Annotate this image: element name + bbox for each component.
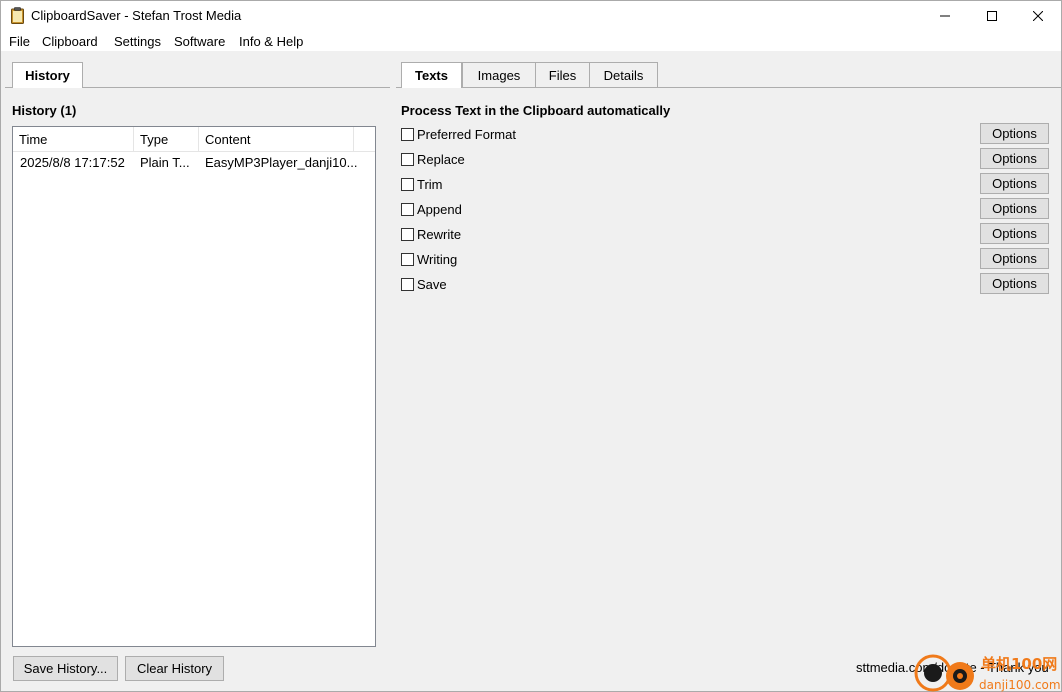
app-window: ClipboardSaver - Stefan Trost Media File… (0, 0, 1062, 692)
clipboard-icon (11, 7, 24, 24)
watermark-url: danji100.com (979, 678, 1061, 692)
replace-label[interactable]: Replace (417, 152, 465, 167)
append-label[interactable]: Append (417, 202, 462, 217)
tab-files[interactable]: Files (535, 62, 590, 87)
option-row-preferred-format: Preferred Format Options (401, 123, 1049, 145)
minimize-button[interactable] (922, 1, 968, 31)
column-header-time[interactable]: Time (13, 127, 134, 152)
close-icon (1033, 11, 1043, 21)
close-button[interactable] (1015, 1, 1061, 31)
preferred-format-label[interactable]: Preferred Format (417, 127, 516, 142)
menu-file[interactable]: File (9, 34, 30, 49)
column-header-type[interactable]: Type (134, 127, 199, 152)
trim-options-button[interactable]: Options (980, 173, 1049, 194)
option-row-rewrite: Rewrite Options (401, 223, 1049, 245)
cell-content: EasyMP3Player_danji10... (205, 155, 358, 170)
maximize-button[interactable] (969, 1, 1015, 31)
append-options-button[interactable]: Options (980, 198, 1049, 219)
option-row-replace: Replace Options (401, 148, 1049, 170)
window-title: ClipboardSaver - Stefan Trost Media (31, 8, 242, 23)
save-label[interactable]: Save (417, 277, 447, 292)
rewrite-checkbox[interactable] (401, 228, 414, 241)
clear-history-button[interactable]: Clear History (125, 656, 224, 681)
history-list-header: Time Type Content (13, 127, 375, 152)
menu-software[interactable]: Software (174, 34, 225, 49)
right-tab-divider (396, 87, 1062, 88)
option-row-writing: Writing Options (401, 248, 1049, 270)
tab-texts[interactable]: Texts (401, 62, 462, 88)
site-watermark-logo: 单机100网 danji100.com (914, 654, 1061, 692)
minimize-icon (940, 15, 950, 17)
rewrite-options-button[interactable]: Options (980, 223, 1049, 244)
option-row-trim: Trim Options (401, 173, 1049, 195)
option-row-append: Append Options (401, 198, 1049, 220)
save-checkbox[interactable] (401, 278, 414, 291)
tab-details[interactable]: Details (589, 62, 658, 87)
append-checkbox[interactable] (401, 203, 414, 216)
trim-checkbox[interactable] (401, 178, 414, 191)
menu-info-help[interactable]: Info & Help (239, 34, 303, 49)
watermark-title: 单机100网 (981, 655, 1057, 673)
process-text-heading: Process Text in the Clipboard automatica… (401, 103, 671, 118)
table-row[interactable]: 2025/8/8 17:17:52 Plain T... EasyMP3Play… (13, 153, 375, 173)
title-bar: ClipboardSaver - Stefan Trost Media (1, 1, 1061, 31)
save-history-button[interactable]: Save History... (13, 656, 118, 681)
maximize-icon (987, 11, 997, 21)
replace-options-button[interactable]: Options (980, 148, 1049, 169)
history-list[interactable]: Time Type Content 2025/8/8 17:17:52 Plai… (12, 126, 376, 647)
save-options-button[interactable]: Options (980, 273, 1049, 294)
cell-type: Plain T... (140, 155, 190, 170)
menu-clipboard[interactable]: Clipboard (42, 34, 98, 49)
writing-label[interactable]: Writing (417, 252, 457, 267)
column-header-content[interactable]: Content (199, 127, 354, 152)
option-row-save: Save Options (401, 273, 1049, 295)
cell-time: 2025/8/8 17:17:52 (20, 155, 125, 170)
menu-bar: File Clipboard Settings Software Info & … (1, 31, 1061, 51)
writing-options-button[interactable]: Options (980, 248, 1049, 269)
rewrite-label[interactable]: Rewrite (417, 227, 461, 242)
replace-checkbox[interactable] (401, 153, 414, 166)
tab-history[interactable]: History (12, 62, 83, 88)
writing-checkbox[interactable] (401, 253, 414, 266)
preferred-format-checkbox[interactable] (401, 128, 414, 141)
menu-settings[interactable]: Settings (114, 34, 161, 49)
trim-label[interactable]: Trim (417, 177, 443, 192)
tab-images[interactable]: Images (462, 62, 536, 87)
history-heading: History (1) (12, 103, 77, 118)
preferred-format-options-button[interactable]: Options (980, 123, 1049, 144)
